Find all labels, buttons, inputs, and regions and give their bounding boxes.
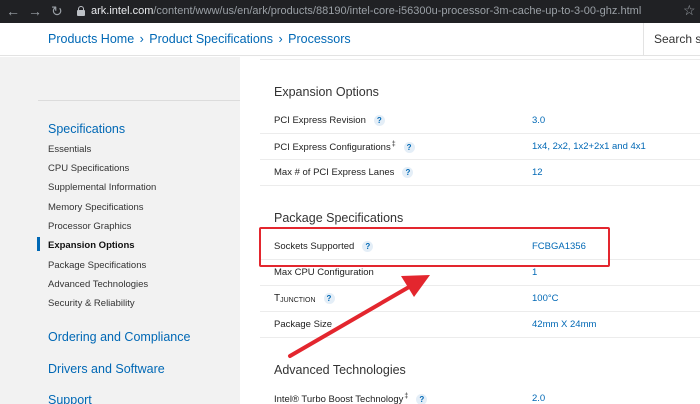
spec-label: Package Size (274, 319, 333, 330)
sidebar-section-support[interactable]: Support (48, 393, 92, 404)
breadcrumb-processors[interactable]: Processors (288, 32, 351, 46)
breadcrumb-product-specifications[interactable]: Product Specifications (149, 32, 273, 46)
spec-value: 3.0 (532, 115, 546, 126)
spec-value: 100°C (532, 293, 559, 304)
divider (260, 59, 700, 60)
question-icon[interactable]: ? (403, 142, 415, 154)
spec-label: PCI Express Revision (274, 115, 366, 127)
sidebar-item-memory-specifications[interactable]: Memory Specifications (48, 202, 144, 213)
question-icon[interactable]: ? (402, 167, 414, 178)
spec-row-tjunction: TJUNCTION? 100°C (260, 286, 700, 312)
spec-row-max-pci-express-lanes: Max # of PCI Express Lanes? 12 (260, 160, 700, 186)
url-host: ark.intel.com (91, 5, 154, 17)
sidebar-divider (38, 100, 240, 101)
sidebar-item-package-specifications[interactable]: Package Specifications (48, 260, 146, 271)
sidebar-item-advanced-technologies[interactable]: Advanced Technologies (48, 279, 148, 290)
footnote-dagger[interactable]: ‡ (404, 393, 408, 400)
spec-value: 1 (532, 267, 538, 278)
address-bar[interactable]: ark.intel.com/content/www/us/en/ark/prod… (91, 4, 641, 18)
sidebar-section-ordering[interactable]: Ordering and Compliance (48, 330, 190, 344)
footnote-dagger[interactable]: ‡ (392, 141, 396, 148)
sidebar-item-essentials[interactable]: Essentials (48, 144, 91, 155)
sidebar-section-drivers[interactable]: Drivers and Software (48, 362, 165, 376)
spec-label: Max # of PCI Express Lanes (274, 167, 395, 179)
active-indicator (37, 237, 40, 251)
sidebar-item-cpu-specifications[interactable]: CPU Specifications (48, 163, 129, 174)
breadcrumb-bar: Products Home › Product Specifications ›… (0, 23, 700, 56)
sidebar-item-expansion-options[interactable]: Expansion Options (48, 240, 135, 251)
reload-icon[interactable]: ↻ (51, 3, 63, 19)
arrow-right-icon[interactable]: → (28, 3, 42, 19)
question-icon[interactable]: ? (373, 115, 385, 126)
spec-value: 12 (532, 167, 543, 178)
star-icon[interactable]: ☆ (683, 2, 696, 19)
url-path: /content/www/us/en/ark/products/88190/in… (153, 5, 642, 17)
breadcrumb-separator: › (139, 32, 144, 46)
browser-toolbar: ← → ↻ ark.intel.com/content/www/us/en/ar… (0, 0, 700, 23)
breadcrumb-separator: › (278, 32, 283, 46)
sidebar-item-processor-graphics[interactable]: Processor Graphics (48, 221, 131, 232)
search-button[interactable]: Search sp (643, 23, 700, 56)
lock-icon[interactable] (77, 6, 85, 16)
breadcrumb-products-home[interactable]: Products Home (48, 32, 134, 46)
spec-label: Max CPU Configuration (274, 267, 374, 278)
spec-label: PCI Express Configurations (274, 142, 391, 154)
spec-row-pci-express-configurations: PCI Express Configurations‡? 1x4, 2x2, 1… (260, 134, 700, 160)
question-icon[interactable]: ? (323, 293, 335, 304)
heading-package-specifications: Package Specifications (274, 211, 404, 225)
spec-value: 42mm X 24mm (532, 319, 597, 330)
sidebar-section-specifications[interactable]: Specifications (48, 122, 125, 136)
question-icon[interactable]: ? (416, 394, 428, 404)
sidebar: Specifications Essentials CPU Specificat… (0, 57, 240, 404)
spec-row-package-size: Package Size 42mm X 24mm (260, 312, 700, 338)
spec-label-subscript: JUNCTION (280, 297, 316, 305)
sidebar-item-supplemental-information[interactable]: Supplemental Information (48, 182, 156, 193)
annotation-highlight-box (259, 227, 610, 267)
arrow-left-icon[interactable]: ← (6, 3, 20, 19)
spec-row-turbo-boost: Intel® Turbo Boost Technology‡? 2.0 (260, 386, 700, 404)
spec-label: Intel® Turbo Boost Technology (274, 394, 404, 404)
spec-value: 2.0 (532, 393, 546, 404)
spec-row-pci-express-revision: PCI Express Revision? 3.0 (260, 108, 700, 134)
heading-advanced-technologies: Advanced Technologies (274, 363, 406, 377)
breadcrumb: Products Home › Product Specifications ›… (48, 32, 351, 46)
sidebar-item-security-reliability[interactable]: Security & Reliability (48, 298, 135, 309)
heading-expansion-options: Expansion Options (274, 85, 379, 99)
spec-value: 1x4, 2x2, 1x2+2x1 and 4x1 (532, 141, 646, 152)
